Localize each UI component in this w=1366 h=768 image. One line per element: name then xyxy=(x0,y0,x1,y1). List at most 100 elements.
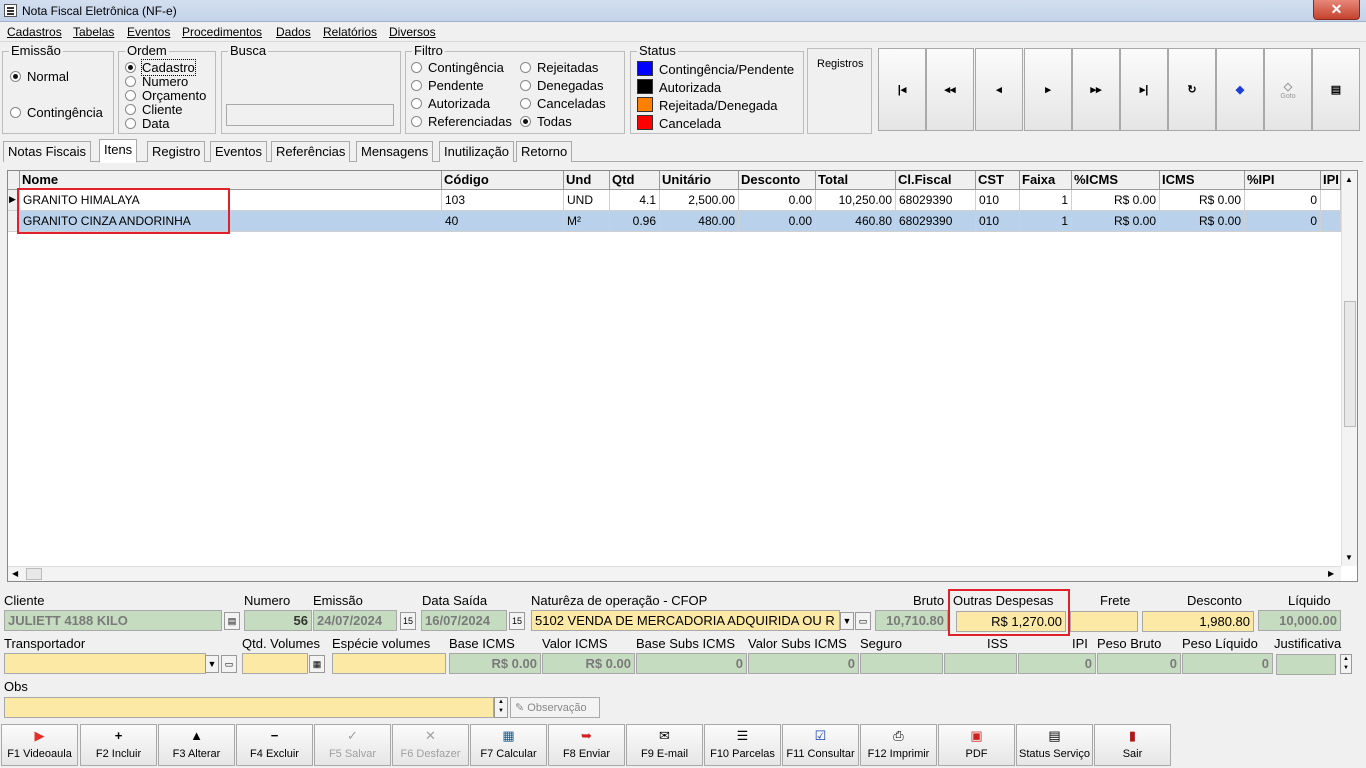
vertical-scrollbar[interactable]: ▲ ▼ xyxy=(1341,171,1357,566)
cell-faixa[interactable]: 1 xyxy=(1020,211,1072,232)
cell-picms[interactable]: R$ 0.00 xyxy=(1072,190,1160,211)
numero-field[interactable]: 56 xyxy=(244,610,312,631)
menu-procedimentos[interactable]: Procedimentos xyxy=(182,25,262,39)
col-header-und[interactable]: Und xyxy=(564,171,610,190)
natureza-dropdown-button[interactable]: ▼ xyxy=(840,612,854,630)
status-servico-button[interactable]: ▤ Status Serviço xyxy=(1016,724,1093,766)
ipi-field[interactable]: 0 xyxy=(1018,653,1096,674)
natureza-select[interactable]: 5102 VENDA DE MERCADORIA ADQUIRIDA OU R xyxy=(531,610,840,631)
busca-input[interactable] xyxy=(226,104,394,126)
ordem-cliente-radio[interactable] xyxy=(125,104,136,115)
cell-unitario[interactable]: 480.00 xyxy=(660,211,739,232)
desfazer-button[interactable]: ✕ F6 Desfazer xyxy=(392,724,469,766)
filtro-pendente-radio[interactable] xyxy=(411,80,422,91)
especie-field[interactable] xyxy=(332,653,446,674)
calcular-button[interactable]: ▦ F7 Calcular xyxy=(470,724,547,766)
refresh-button[interactable]: ↻ xyxy=(1168,48,1216,131)
tag-button[interactable]: ◆ xyxy=(1216,48,1264,131)
cell-ipi[interactable] xyxy=(1321,190,1341,211)
enviar-button[interactable]: ➥ F8 Enviar xyxy=(548,724,625,766)
justificativa-field[interactable] xyxy=(1276,654,1336,675)
peso-liquido-field[interactable]: 0 xyxy=(1182,653,1273,674)
cell-faixa[interactable]: 1 xyxy=(1020,190,1072,211)
filtro-denegadas-radio[interactable] xyxy=(520,80,531,91)
scroll-thumb[interactable] xyxy=(1344,301,1356,427)
transportador-select[interactable] xyxy=(4,653,206,674)
col-header-clfiscal[interactable]: Cl.Fiscal xyxy=(896,171,976,190)
goto-button[interactable]: ◇ Goto xyxy=(1264,48,1312,131)
filtro-contingencia-radio[interactable] xyxy=(411,62,422,73)
menu-diversos[interactable]: Diversos xyxy=(389,25,436,39)
pdf-button[interactable]: ▣ PDF xyxy=(938,724,1015,766)
valor-icms-field[interactable]: R$ 0.00 xyxy=(542,653,635,674)
cell-codigo[interactable]: 40 xyxy=(442,211,564,232)
emissao-calendar-button[interactable]: 15 xyxy=(400,612,416,630)
excluir-button[interactable]: − F4 Excluir xyxy=(236,724,313,766)
cell-clfiscal[interactable]: 68029390 xyxy=(896,211,976,232)
cell-unitario[interactable]: 2,500.00 xyxy=(660,190,739,211)
next-record-button[interactable]: ▸ xyxy=(1024,48,1072,131)
qtd-volumes-field[interactable] xyxy=(242,653,308,674)
ordem-data-radio[interactable] xyxy=(125,118,136,129)
first-record-button[interactable]: |◂ xyxy=(878,48,926,131)
cell-desconto[interactable]: 0.00 xyxy=(739,190,816,211)
tab-inutilizacao[interactable]: Inutilização xyxy=(439,141,515,162)
scroll-down-icon[interactable]: ▼ xyxy=(1345,553,1353,562)
base-subs-field[interactable]: 0 xyxy=(636,653,747,674)
cell-ipi[interactable] xyxy=(1321,211,1341,232)
ordem-numero-radio[interactable] xyxy=(125,76,136,87)
cliente-field[interactable]: JULIETT 4188 KILO xyxy=(4,610,222,631)
transportador-folder-button[interactable]: ▭ xyxy=(221,655,237,673)
observacao-button[interactable]: ✎ Observação xyxy=(510,697,600,718)
col-header-unitario[interactable]: Unitário xyxy=(660,171,739,190)
peso-bruto-field[interactable]: 0 xyxy=(1097,653,1181,674)
cell-und[interactable]: UND xyxy=(564,190,610,211)
ordem-cadastro-radio[interactable] xyxy=(125,62,136,73)
emissao-contingencia-radio[interactable] xyxy=(10,107,21,118)
sair-button[interactable]: ▮ Sair xyxy=(1094,724,1171,766)
data-saida-field[interactable]: 16/07/2024 xyxy=(421,610,507,631)
iss-field[interactable] xyxy=(944,653,1017,674)
transportador-dropdown-button[interactable]: ▼ xyxy=(205,655,219,673)
tab-referencias[interactable]: Referências xyxy=(271,141,351,162)
ordem-orcamento-radio[interactable] xyxy=(125,90,136,101)
cell-und[interactable]: M² xyxy=(564,211,610,232)
cell-icms[interactable]: R$ 0.00 xyxy=(1160,190,1245,211)
frete-field[interactable] xyxy=(1070,611,1138,632)
outras-despesas-field[interactable]: R$ 1,270.00 xyxy=(956,611,1066,632)
cell-qtd[interactable]: 0.96 xyxy=(610,211,660,232)
tab-notas-fiscais[interactable]: Notas Fiscais xyxy=(3,141,92,162)
filtro-rejeitadas-radio[interactable] xyxy=(520,62,531,73)
videoaula-button[interactable]: ▶ F1 Videoaula xyxy=(1,724,78,766)
menu-tabelas[interactable]: Tabelas xyxy=(73,25,114,39)
salvar-button[interactable]: ✓ F5 Salvar xyxy=(314,724,391,766)
tab-mensagens[interactable]: Mensagens xyxy=(356,141,434,162)
cell-cst[interactable]: 010 xyxy=(976,190,1020,211)
menu-eventos[interactable]: Eventos xyxy=(127,25,170,39)
filtro-todas-radio[interactable] xyxy=(520,116,531,127)
seguro-field[interactable] xyxy=(860,653,943,674)
base-icms-field[interactable]: R$ 0.00 xyxy=(449,653,541,674)
imprimir-button[interactable]: ⎙ F12 Imprimir xyxy=(860,724,937,766)
tab-retorno[interactable]: Retorno xyxy=(516,141,573,162)
cell-cst[interactable]: 010 xyxy=(976,211,1020,232)
last-record-button[interactable]: ▸| xyxy=(1120,48,1168,131)
qtd-volumes-calc-button[interactable]: ▦ xyxy=(309,655,325,673)
emissao-normal-radio[interactable] xyxy=(10,71,21,82)
cell-pipi[interactable]: 0 xyxy=(1245,190,1321,211)
tab-itens[interactable]: Itens xyxy=(99,139,138,163)
col-header-ipi[interactable]: IPI xyxy=(1321,171,1341,190)
menu-dados[interactable]: Dados xyxy=(276,25,311,39)
filtro-referenciadas-radio[interactable] xyxy=(411,116,422,127)
col-header-picms[interactable]: %ICMS xyxy=(1072,171,1160,190)
cell-icms[interactable]: R$ 0.00 xyxy=(1160,211,1245,232)
cliente-lookup-button[interactable]: ▤ xyxy=(224,612,240,630)
cell-desconto[interactable]: 0.00 xyxy=(739,211,816,232)
scroll-up-icon[interactable]: ▲ xyxy=(1345,175,1353,184)
col-header-pipi[interactable]: %IPI xyxy=(1245,171,1321,190)
obs-spinner[interactable]: ▲ ▼ xyxy=(494,697,508,718)
menu-cadastros[interactable]: Cadastros xyxy=(7,25,62,39)
filtro-autorizada-radio[interactable] xyxy=(411,98,422,109)
alterar-button[interactable]: ▲ F3 Alterar xyxy=(158,724,235,766)
horizontal-scrollbar[interactable]: ◀ ▶ xyxy=(8,566,1341,581)
